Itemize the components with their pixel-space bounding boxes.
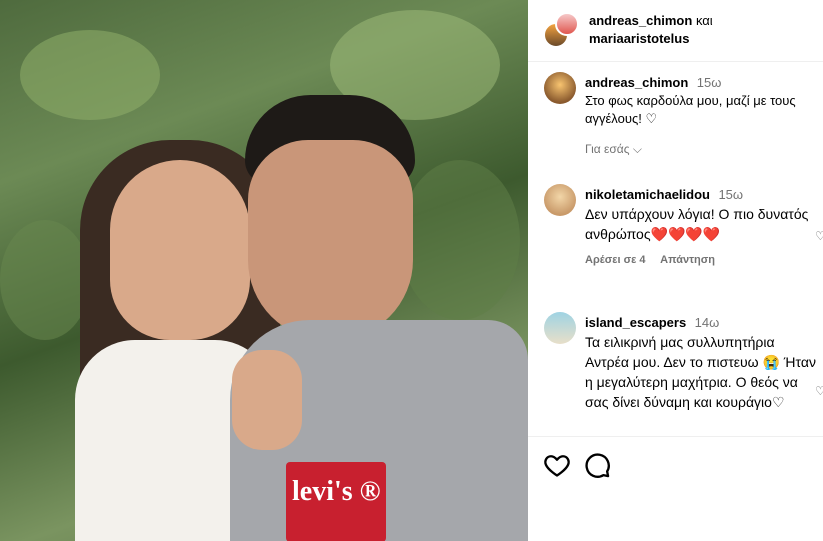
reply-button[interactable]: Απάντηση [660, 254, 715, 266]
comment-likes[interactable]: Αρέσει σε 4 [585, 254, 646, 266]
comment-time[interactable]: 14ω [695, 315, 720, 330]
heart-outline-icon[interactable]: ♡ [815, 229, 823, 243]
woman-face [110, 160, 250, 340]
levis-logo: levi's ® [286, 462, 386, 541]
foliage [20, 30, 160, 120]
comment-username[interactable]: andreas_chimon [585, 75, 688, 90]
comment-time[interactable]: 15ω [718, 187, 743, 202]
post-actions [528, 436, 823, 496]
post-authors: andreas_chimon και mariaaristotelus [589, 12, 809, 48]
comment-time[interactable]: 15ω [697, 75, 722, 90]
post-panel: andreas_chimon και mariaaristotelus andr… [528, 0, 823, 541]
author-conjunction: και [695, 13, 713, 28]
heart-outline-icon[interactable] [543, 451, 571, 479]
avatar[interactable] [544, 312, 576, 344]
comments-list[interactable]: andreas_chimon 15ω Στο φως καρδούλα μου,… [528, 62, 823, 436]
post-photo[interactable]: levi's ® [0, 0, 528, 541]
avatar[interactable] [544, 72, 576, 104]
post-header: andreas_chimon και mariaaristotelus [528, 0, 823, 62]
comment-username[interactable]: island_escapers [585, 315, 686, 330]
foliage [400, 160, 520, 320]
comment-text: Δεν υπάρχουν λόγια! Ο πιο δυνατός ανθρώπ… [585, 206, 809, 242]
avatar[interactable] [555, 12, 579, 36]
avatar[interactable] [544, 184, 576, 216]
comment-bubble-icon[interactable] [583, 451, 611, 479]
foliage [0, 220, 90, 340]
woman-hand [232, 350, 302, 450]
caption-text: Στο φως καρδούλα μου, μαζί με τους αγγέλ… [585, 93, 796, 126]
author-link[interactable]: andreas_chimon [589, 13, 692, 28]
translation-toggle[interactable]: Για εσάς ⌵ [585, 142, 821, 157]
author-link[interactable]: mariaaristotelus [589, 31, 689, 46]
comment-username[interactable]: nikoletamichaelidou [585, 187, 710, 202]
man-face [248, 140, 413, 340]
collab-avatars[interactable] [543, 12, 579, 48]
heart-outline-icon[interactable]: ♡ [815, 384, 823, 398]
comment-text: Τα ειλικρινή μας συλλυπητήρια Αντρέα μου… [585, 334, 816, 410]
